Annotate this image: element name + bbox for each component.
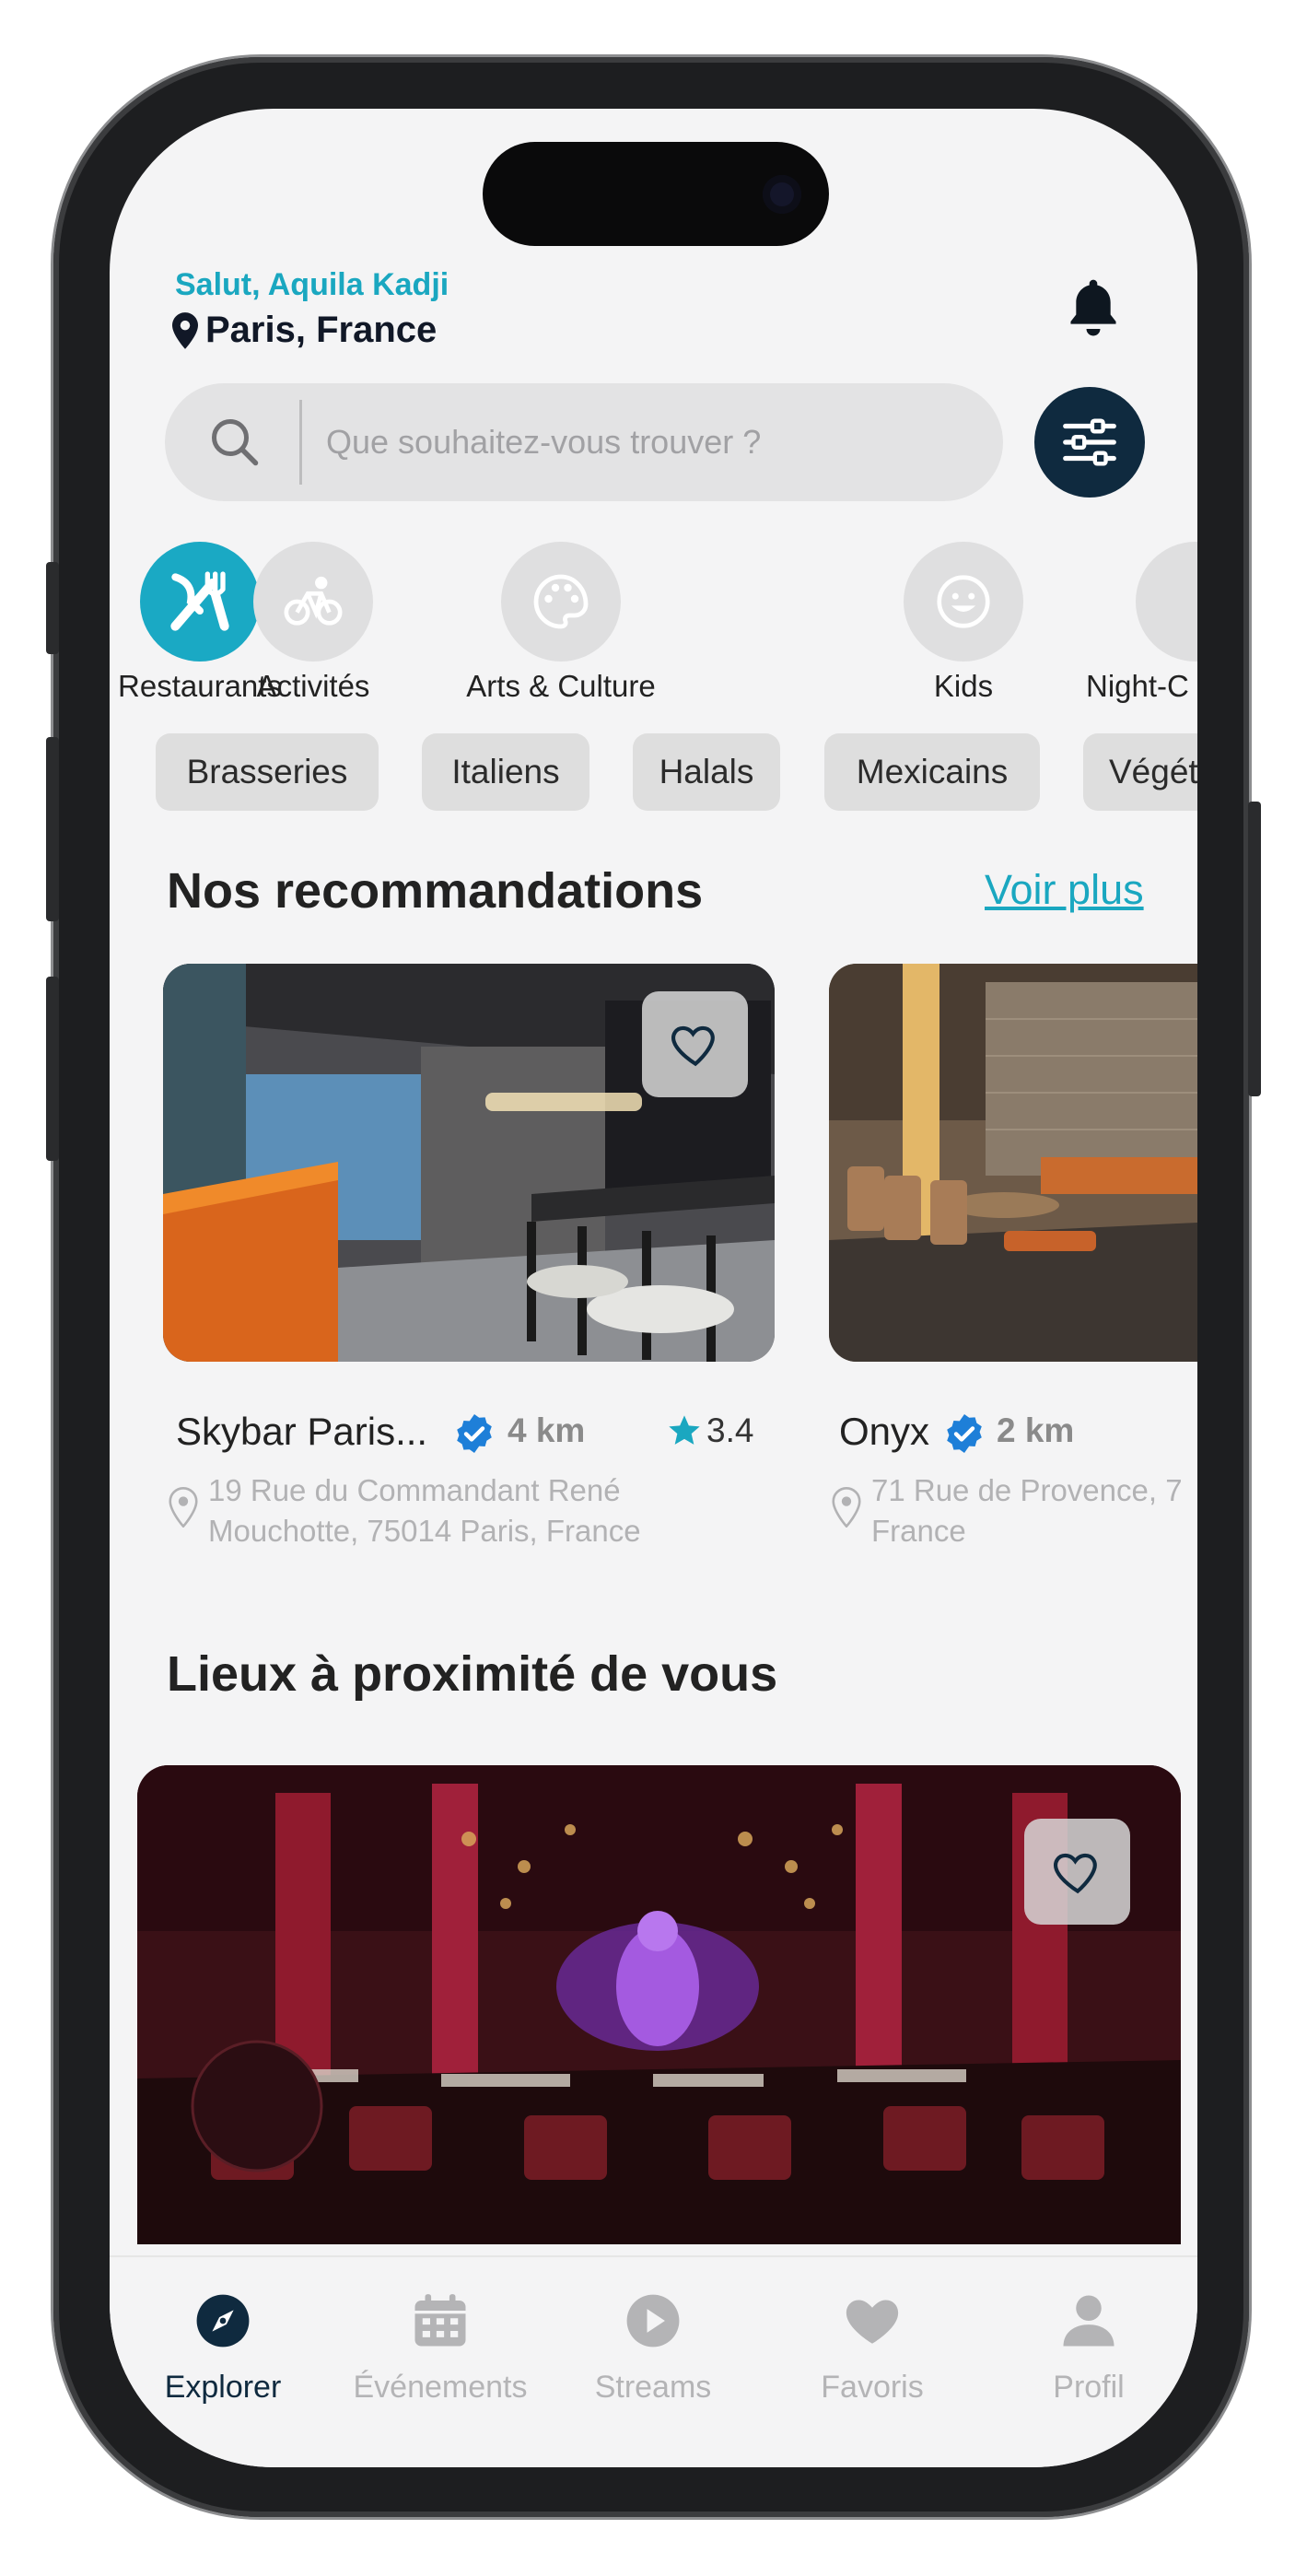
category-nightclub[interactable]: Night-C: [1086, 542, 1197, 704]
restaurant-name[interactable]: Onyx: [839, 1410, 929, 1454]
favorite-button[interactable]: [1024, 1819, 1130, 1925]
favorite-button[interactable]: [642, 991, 748, 1097]
tab-label: Explorer: [164, 2370, 282, 2405]
side-button: [46, 737, 59, 921]
address-line: France: [871, 1514, 966, 1548]
greeting: Salut, Aquila Kadji: [175, 267, 449, 302]
camera-icon: [763, 175, 801, 214]
rating-value: 3.4: [706, 1411, 754, 1449]
see-more-link[interactable]: Voir plus: [985, 866, 1144, 914]
recommendations-title: Nos recommandations: [167, 863, 704, 919]
tab-explorer[interactable]: Explorer: [114, 2257, 332, 2406]
category-label: Arts & Culture: [466, 669, 656, 703]
tab-streams[interactable]: Streams: [544, 2257, 762, 2406]
chip-vegetarien[interactable]: Végét: [1083, 733, 1197, 811]
search-input[interactable]: Que souhaitez-vous trouver ?: [326, 423, 761, 462]
chip-italiens[interactable]: Italiens: [422, 733, 589, 811]
restaurant-address: 19 Rue du Commandant René Mouchotte, 750…: [208, 1470, 641, 1551]
sliders-icon: [1063, 418, 1116, 466]
restaurant-address: 71 Rue de Provence, 7 France: [871, 1470, 1183, 1551]
category-arts[interactable]: Arts & Culture: [441, 542, 681, 704]
tab-profil[interactable]: Profil: [980, 2257, 1197, 2406]
location-pin-icon: [832, 1487, 861, 1528]
restaurant-photo: [829, 964, 1197, 1362]
palette-icon: [533, 574, 589, 629]
address-line: 19 Rue du Commandant René: [208, 1473, 621, 1507]
tab-favoris[interactable]: Favoris: [764, 2257, 981, 2406]
address-line: Mouchotte, 75014 Paris, France: [208, 1514, 641, 1548]
star-icon: [669, 1415, 700, 1445]
calendar-icon: [414, 2294, 466, 2347]
chip-halals[interactable]: Halals: [633, 733, 780, 811]
bike-icon: [284, 576, 343, 626]
fork-knife-icon: [170, 571, 229, 631]
filter-button[interactable]: [1034, 387, 1145, 498]
search-divider: [299, 400, 302, 485]
tab-label: Profil: [1053, 2370, 1125, 2405]
tab-evenements[interactable]: Événements: [332, 2257, 549, 2406]
play-icon: [626, 2294, 680, 2348]
verified-badge-icon: [457, 1414, 492, 1453]
dynamic-island: [483, 142, 829, 246]
distance: 2 km: [997, 1411, 1075, 1449]
distance: 4 km: [508, 1411, 586, 1449]
search-icon: [212, 419, 259, 466]
bell-icon[interactable]: [1064, 275, 1123, 339]
category-kids[interactable]: Kids: [890, 542, 1037, 704]
side-button: [46, 977, 59, 1161]
location[interactable]: Paris, France: [172, 310, 437, 351]
address-line: 71 Rue de Provence, 7: [871, 1473, 1183, 1507]
heart-outline-icon: [1053, 1853, 1097, 1893]
tab-label: Streams: [594, 2370, 712, 2405]
restaurant-image-skybar[interactable]: [163, 964, 775, 1362]
verified-badge-icon: [947, 1414, 982, 1453]
restaurant-name[interactable]: Skybar Paris...: [176, 1410, 427, 1454]
heart-outline-icon: [671, 1025, 715, 1066]
category-label: Kids: [933, 669, 994, 703]
location-text: Paris, France: [205, 310, 438, 350]
app-screen: Salut, Aquila Kadji Paris, France Que so…: [110, 109, 1197, 2467]
location-pin-icon: [172, 311, 198, 349]
category-label: Night-C: [1086, 669, 1189, 703]
nearby-title: Lieux à proximité de vous: [167, 1646, 778, 1702]
chip-mexicains[interactable]: Mexicains: [824, 733, 1040, 811]
tab-label: Favoris: [821, 2370, 924, 2405]
nearby-place-image[interactable]: [137, 1765, 1181, 2244]
category-label: Activités: [256, 669, 370, 703]
restaurant-image-onyx[interactable]: [829, 964, 1197, 1362]
search-bar[interactable]: Que souhaitez-vous trouver ?: [165, 383, 1003, 501]
bottom-tab-bar: Explorer Événements Streams Favoris Prof…: [110, 2255, 1197, 2467]
smile-icon: [937, 575, 990, 628]
compass-icon: [196, 2294, 250, 2348]
rating: 3.4: [666, 1411, 753, 1450]
category-activites[interactable]: Activités: [230, 542, 396, 704]
tab-label: Événements: [353, 2370, 528, 2405]
side-button: [1248, 802, 1261, 1096]
heart-icon: [846, 2300, 899, 2344]
location-pin-icon: [169, 1487, 198, 1528]
side-button: [46, 562, 59, 654]
user-icon: [1063, 2295, 1114, 2347]
chip-brasseries[interactable]: Brasseries: [156, 733, 379, 811]
